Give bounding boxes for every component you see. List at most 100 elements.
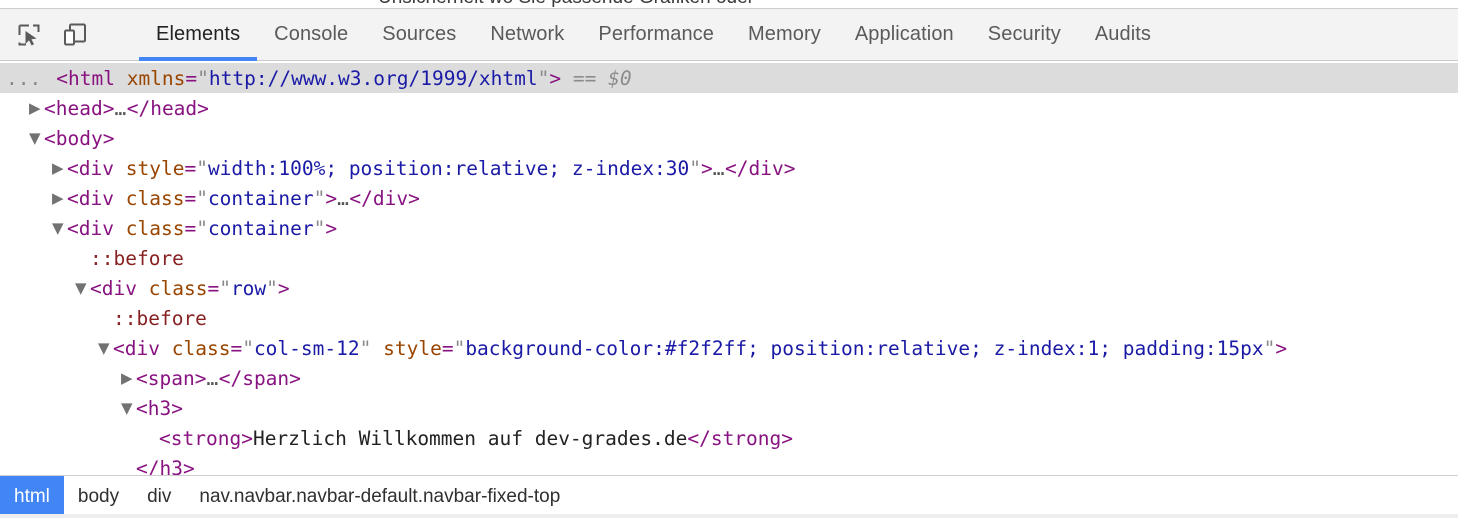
dom-token-eqeq: ==	[572, 67, 597, 90]
chevron-right-icon[interactable]: ▶	[52, 153, 67, 183]
chevron-down-icon[interactable]: ▼	[52, 213, 67, 243]
dom-token-attrval: col-sm-12	[253, 337, 360, 360]
dom-node-row[interactable]: ... <html xmlns="http://www.w3.org/1999/…	[0, 63, 1458, 93]
dom-token-quote: "	[1263, 337, 1276, 360]
dom-token-punct: <	[113, 337, 125, 360]
dom-node-row[interactable]: ▶ <div class="container">…</div>	[0, 183, 1458, 213]
dom-token-quote: "	[196, 217, 208, 240]
dom-token-punct: <	[67, 217, 79, 240]
dom-token-space	[596, 67, 608, 90]
tab-audits[interactable]: Audits	[1078, 9, 1168, 60]
dom-node-row[interactable]: ▶ <div style="width:100%; position:relati…	[0, 153, 1458, 183]
tab-performance[interactable]: Performance	[581, 9, 731, 60]
dom-token-attrval: container	[207, 217, 314, 240]
dom-token-punct2: =	[184, 217, 197, 240]
dom-token-space	[137, 277, 149, 300]
breadcrumb-item-3[interactable]: nav.navbar.navbar-default.navbar-fixed-t…	[185, 476, 574, 518]
dom-node-row[interactable]: ▼ <body>	[0, 123, 1458, 153]
dom-node-row[interactable]: ::before	[0, 303, 1458, 333]
dom-token-attrval: background-color:#f2f2ff; position:relat…	[465, 337, 1264, 360]
dom-token-punct: >	[241, 427, 253, 450]
inspect-element-button[interactable]	[14, 20, 44, 50]
dom-token-tagname: body	[55, 127, 103, 150]
tab-network[interactable]: Network	[473, 9, 581, 60]
breadcrumb-item-label: nav.navbar.navbar-default.navbar-fixed-t…	[199, 486, 561, 507]
dom-token-punct: <	[44, 97, 56, 120]
dom-token-attrval: container	[207, 187, 314, 210]
dom-token-tagname: strong	[710, 427, 782, 450]
dom-token-punct: <	[90, 277, 102, 300]
dom-node-row[interactable]: ▶ <head>…</head>	[0, 93, 1458, 123]
dom-token-punct: >	[182, 457, 195, 475]
dom-token-quote: "	[313, 217, 326, 240]
dom-token-punct: >	[408, 187, 420, 210]
dom-token-attrname: style	[125, 157, 185, 180]
tab-elements[interactable]: Elements	[139, 9, 258, 61]
dom-token-pseudo: ::before	[90, 247, 184, 270]
dom-token-punct: >	[781, 427, 794, 450]
chevron-right-icon[interactable]: ▶	[121, 363, 136, 393]
tab-application[interactable]: Application	[838, 9, 971, 60]
dom-node-row[interactable]: </h3>	[0, 453, 1458, 475]
dom-token-attrname: class	[171, 337, 231, 360]
dom-node-row[interactable]: ▼ <div class="col-sm-12" style="backgroun…	[0, 333, 1458, 363]
dom-token-punct: </	[126, 97, 151, 120]
dom-token-quote: "	[689, 157, 702, 180]
page-content-peek: Unsicherheit wo Sie passende Grafiken od…	[0, 0, 1458, 8]
tab-console[interactable]: Console	[257, 9, 365, 60]
dom-token-tagname: head	[55, 97, 103, 120]
dom-token-punct: </	[218, 367, 243, 390]
tab-application-label: Application	[854, 23, 954, 45]
dom-token-punct: <	[67, 157, 79, 180]
dom-token-space	[114, 157, 126, 180]
dom-token-punct: >	[197, 97, 209, 120]
dom-token-punct: <	[44, 127, 56, 150]
dom-node-row[interactable]: ▶ <span>…</span>	[0, 363, 1458, 393]
tab-sources[interactable]: Sources	[365, 9, 473, 60]
dom-tree[interactable]: ... <html xmlns="http://www.w3.org/1999/…	[0, 61, 1458, 475]
chevron-down-icon[interactable]: ▼	[121, 393, 136, 423]
chevron-right-icon[interactable]: ▶	[29, 93, 44, 123]
breadcrumb-item-1[interactable]: body	[64, 476, 133, 518]
dom-token-attrname: class	[148, 277, 208, 300]
dom-token-punct: >	[194, 367, 207, 390]
dom-token-punct: <	[136, 367, 148, 390]
dom-token-tagname: strong	[170, 427, 242, 450]
device-toolbar-button[interactable]	[60, 20, 90, 50]
tab-security-label: Security	[987, 23, 1061, 45]
breadcrumb-item-2[interactable]: div	[133, 476, 185, 518]
dom-token-punct: >	[701, 157, 713, 180]
dom-token-tagname: div	[748, 157, 784, 180]
chevron-down-icon[interactable]: ▼	[98, 333, 113, 363]
tab-security[interactable]: Security	[971, 9, 1078, 60]
tab-performance-label: Performance	[598, 23, 714, 45]
dom-token-punct: </	[687, 427, 711, 450]
dom-token-punct2: =	[184, 157, 197, 180]
dom-token-punct: <	[159, 427, 171, 450]
dom-node-row[interactable]: ::before	[0, 243, 1458, 273]
dom-node-row[interactable]: ▼ <div class="row">	[0, 273, 1458, 303]
chevron-down-icon[interactable]: ▼	[29, 123, 44, 153]
dom-token-tagname: div	[372, 187, 409, 210]
chevron-right-icon[interactable]: ▶	[52, 183, 67, 213]
inspect-element-icon	[18, 24, 40, 45]
dom-token-punct: >	[289, 367, 301, 390]
dom-node-row[interactable]: ▼ <div class="container">	[0, 213, 1458, 243]
dom-token-ellip: …	[712, 157, 726, 180]
tab-memory[interactable]: Memory	[731, 9, 838, 60]
dom-node-row[interactable]: <strong>Herzlich Willkommen auf dev-grad…	[0, 423, 1458, 453]
dom-token-punct: >	[102, 97, 115, 120]
dom-token-punct: </	[136, 457, 160, 475]
dom-token-punct: </	[725, 157, 749, 180]
device-toolbar-icon	[64, 23, 86, 45]
tab-elements-label: Elements	[156, 23, 241, 45]
chevron-down-icon[interactable]: ▼	[75, 273, 90, 303]
tab-console-label: Console	[274, 23, 349, 45]
dom-token-quote: "	[219, 277, 231, 300]
dom-node-row[interactable]: ▼ <h3>	[0, 393, 1458, 423]
dom-token-attrname: style	[383, 337, 442, 360]
dom-token-punct: </	[349, 187, 373, 210]
breadcrumb-item-0[interactable]: html	[0, 476, 64, 518]
